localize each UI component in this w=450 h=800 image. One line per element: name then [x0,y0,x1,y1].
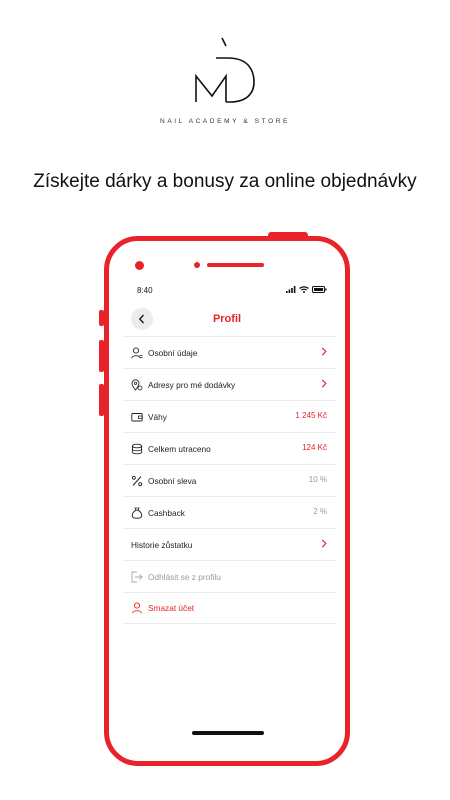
percent-icon [131,475,143,486]
coins-icon [131,443,143,454]
menu-item-total-spent: Celkem utraceno 124 Kč [123,432,337,464]
menu-item-label: Osobní sleva [148,475,197,486]
chevron-right-icon [321,347,327,356]
page-headline: Získejte dárky a bonusy za online objedn… [33,171,417,192]
discount-value: 10 % [308,475,327,484]
user-delete-icon [132,602,142,614]
menu-item-delete-account[interactable]: Smazat účet [123,592,337,624]
battery-icon [312,286,327,293]
menu-item-logout[interactable]: Odhlásit se z profilu [123,560,337,592]
menu-item-personal-data[interactable]: Osobní údaje [123,336,337,368]
menu-item-label: Celkem utraceno [148,443,211,454]
total-spent-value: 124 Kč [302,443,327,452]
menu-item-label: Cashback [148,507,185,518]
menu-item-label: Osobní údaje [148,347,198,358]
menu-item-balance-history[interactable]: Historie zůstatku [123,528,337,560]
balance-value: 1 245 Kč [295,411,327,420]
phone-camera [135,261,144,270]
menu-item-addresses[interactable]: Adresy pro mé dodávky [123,368,337,400]
user-icon [131,346,143,358]
moneybag-icon [131,507,143,519]
phone-speaker [194,262,264,268]
brand-subtitle: NAIL ACADEMY & STORE [160,118,290,125]
menu-item-label: Váhy [148,411,167,422]
menu-item-cashback: Cashback 2 % [123,496,337,528]
logout-icon [131,571,143,582]
wallet-icon [131,412,143,421]
menu-item-balance: Váhy 1 245 Kč [123,400,337,432]
wifi-icon [299,286,309,293]
cashback-value: 2 % [313,507,327,516]
menu-item-label: Adresy pro mé dodávky [148,379,236,390]
menu-item-personal-discount: Osobní sleva 10 % [123,464,337,496]
chevron-right-icon [321,539,327,548]
md-logo-icon [195,37,255,103]
menu-item-label: Odhlásit se z profilu [148,571,221,582]
chevron-right-icon [321,379,327,388]
status-time: 8:40 [137,286,153,295]
menu-item-label: Smazat účet [148,603,195,613]
screen-title: Profil [212,313,242,325]
phone-mockup: 8:40 Profil Osobní údaje Adresy pro mé d… [104,236,350,766]
brand-logo: NAIL ACADEMY & STORE [0,36,450,132]
profile-menu: Osobní údaje Adresy pro mé dodávky Váhy … [123,336,337,624]
menu-item-label: Historie zůstatku [131,539,193,550]
status-bar: 8:40 [137,285,327,297]
home-indicator[interactable] [192,731,264,735]
signal-icon [286,286,296,293]
location-icon [131,378,143,391]
